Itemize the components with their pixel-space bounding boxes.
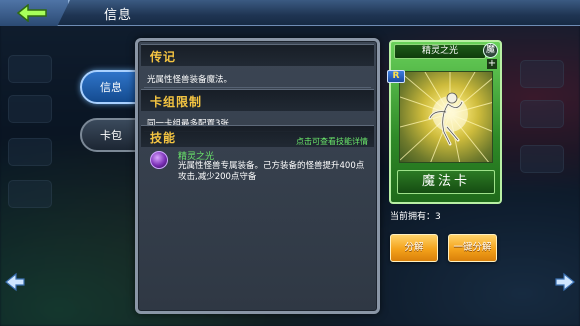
- decompose-all-button[interactable]: 一键分解: [448, 234, 497, 262]
- card-type: 魔法卡: [421, 174, 470, 189]
- right-arrow-icon[interactable]: [554, 272, 576, 292]
- tab-card-pack[interactable]: 卡包: [80, 118, 142, 152]
- rarity-badge: R: [387, 70, 405, 83]
- lore-header: 传记: [141, 44, 374, 66]
- lore-text: 光属性怪兽装备魔法。: [147, 75, 233, 85]
- card-name: 精灵之光: [421, 46, 458, 56]
- top-bar: 信息: [0, 0, 580, 26]
- light-spirit-art: [400, 72, 492, 162]
- card-info-panel: 传记 光属性怪兽装备魔法。 卡组限制 同一卡组最多配置3张 技能 点击可查看技能…: [135, 38, 380, 314]
- deck-limit-header: 卡组限制: [141, 89, 374, 111]
- deck-limit-title: 卡组限制: [150, 95, 203, 109]
- left-arrow-icon[interactable]: [4, 272, 26, 292]
- back-arrow-icon: [16, 4, 47, 22]
- skill-title: 技能: [150, 131, 177, 145]
- card-plus-mark: +: [487, 58, 497, 69]
- skill-detail-link[interactable]: 点击可查看技能详情: [296, 136, 368, 147]
- owned-count: 当前拥有：3: [390, 212, 441, 222]
- card-type-bar: 魔法卡: [397, 170, 495, 194]
- lore-title: 传记: [150, 50, 177, 64]
- tab-info[interactable]: 信息: [80, 70, 142, 104]
- spell-orb-icon: [150, 151, 168, 169]
- divider: [144, 87, 371, 88]
- card-attribute-badge: 魔: [483, 43, 498, 58]
- card-name-bar: 精灵之光: [394, 44, 486, 59]
- card-artwork: [399, 71, 493, 163]
- card-display[interactable]: 精灵之光 魔 + R 魔法卡: [387, 40, 502, 204]
- page-title: 信息: [104, 8, 133, 23]
- decompose-button[interactable]: 分解: [390, 234, 438, 262]
- back-button[interactable]: [0, 0, 70, 26]
- skill-description: 光属性怪兽专属装备。己方装备的怪兽提升400点攻击,减少200点守备: [178, 161, 365, 182]
